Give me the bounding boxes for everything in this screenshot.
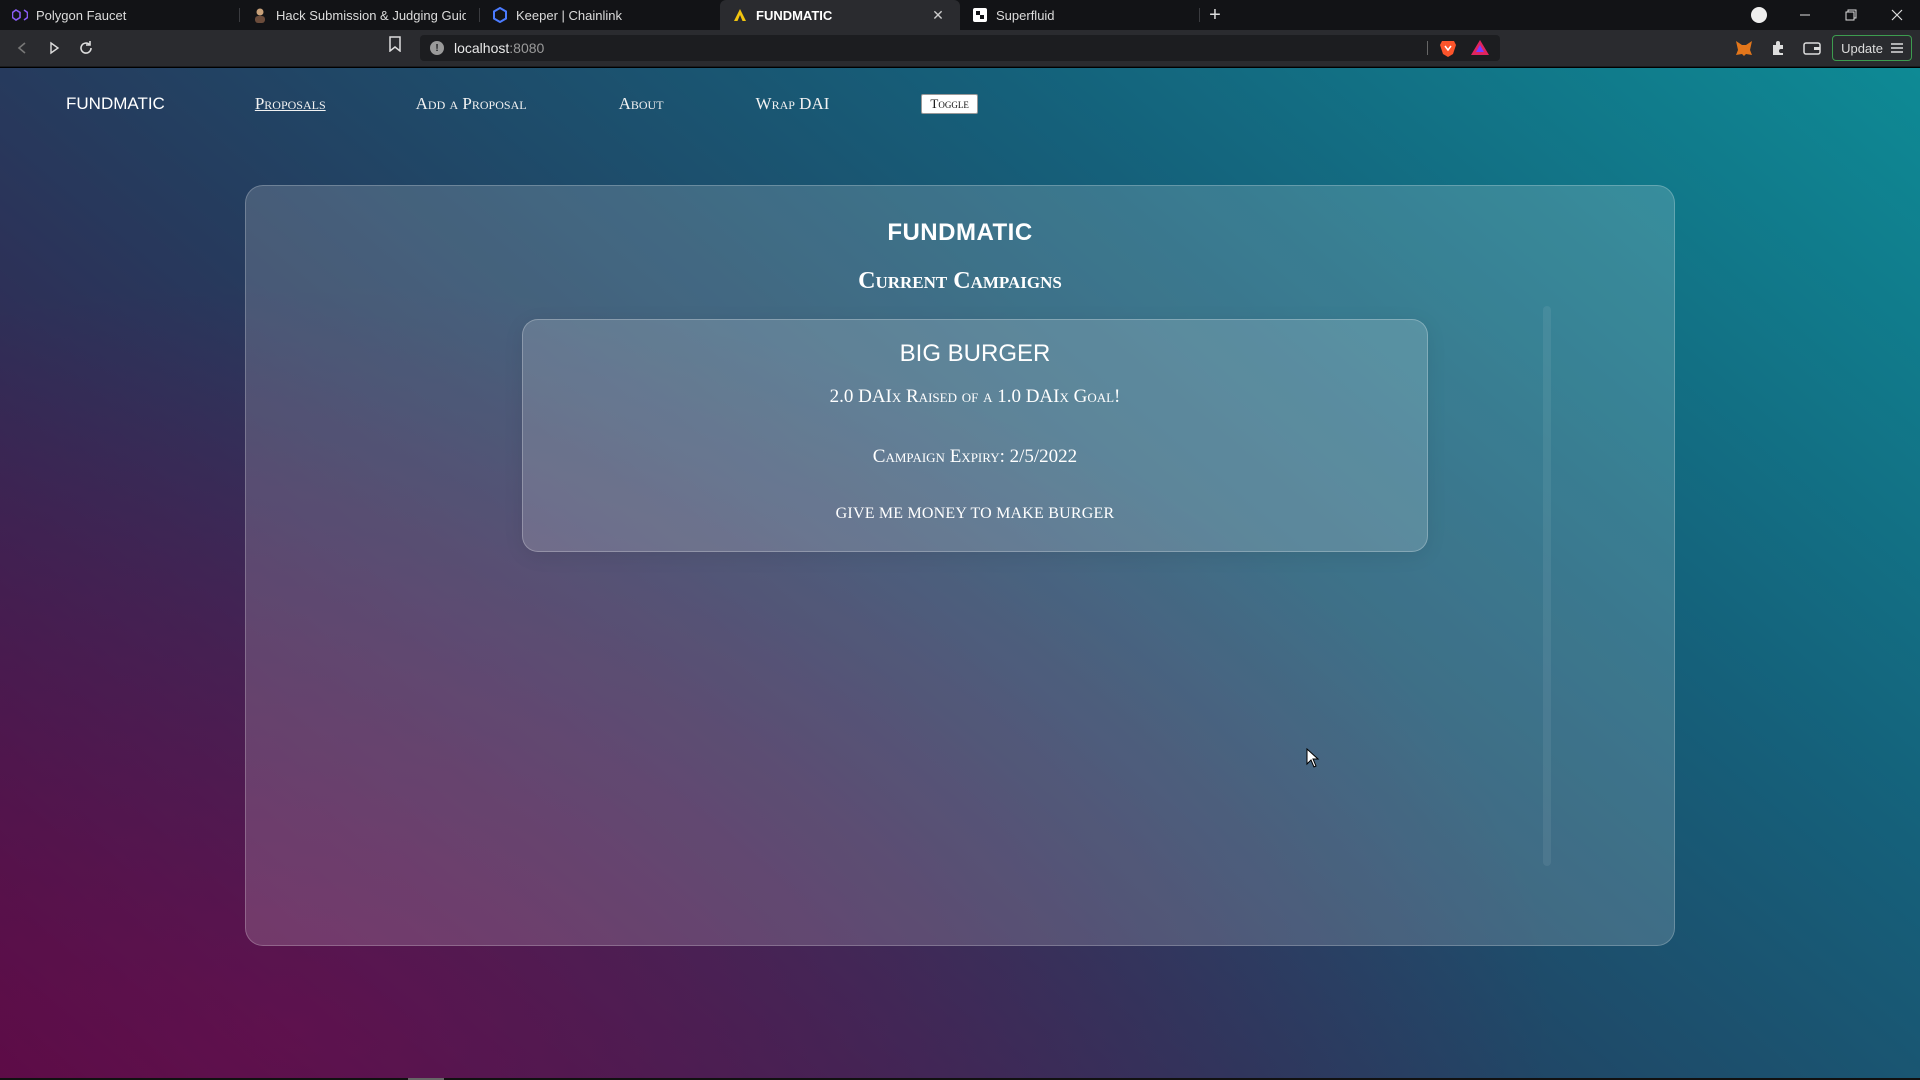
- campaign-expiry: Campaign Expiry: 2/5/2022: [872, 446, 1078, 467]
- divider: [1427, 41, 1428, 55]
- restore-button[interactable]: [1828, 0, 1874, 30]
- update-button[interactable]: Update: [1832, 35, 1912, 61]
- campaign-name: BIG BURGER: [899, 340, 1051, 367]
- profile-menu-button[interactable]: [1736, 0, 1782, 30]
- new-tab-button[interactable]: +: [1200, 0, 1230, 30]
- tab-superfluid[interactable]: Superfluid: [960, 0, 1200, 30]
- close-window-icon: [1891, 9, 1903, 21]
- hamburger-menu-icon: [1891, 43, 1903, 53]
- minimize-icon: [1800, 14, 1810, 16]
- tab-hack-submission[interactable]: Hack Submission & Judging Guide: [240, 0, 480, 30]
- tab-fundmatic[interactable]: FUNDMATIC ✕: [720, 0, 960, 30]
- main-panel: FUNDMATIC Current Campaigns BIG BURGER 2…: [245, 185, 1675, 946]
- url-port: :8080: [509, 40, 545, 56]
- tab-label: FUNDMATIC: [756, 7, 833, 23]
- back-icon: [17, 42, 26, 54]
- site-info-icon[interactable]: !: [430, 41, 444, 55]
- close-window-button[interactable]: [1874, 0, 1920, 30]
- tab-label: Hack Submission & Judging Guide: [276, 7, 466, 23]
- puzzle-icon: [1773, 41, 1784, 55]
- close-icon[interactable]: ✕: [930, 7, 946, 23]
- tab-polygon-faucet[interactable]: Polygon Faucet: [0, 0, 240, 30]
- page-viewport: FUNDMATIC Proposals Add a Proposal About…: [0, 68, 1920, 1080]
- polygon-icon: [12, 7, 28, 23]
- nav-link-add-proposal[interactable]: Add a Proposal: [416, 94, 527, 114]
- toggle-button[interactable]: Toggle: [921, 94, 978, 114]
- chainlink-icon: [492, 7, 508, 23]
- nav-link-wrap-dai[interactable]: Wrap DAI: [756, 94, 830, 114]
- section-subtitle: Current Campaigns: [858, 268, 1062, 294]
- nav-brand[interactable]: FUNDMATIC: [66, 94, 165, 114]
- address-bar[interactable]: ! localhost:8080: [420, 35, 1500, 61]
- minimize-button[interactable]: [1782, 0, 1828, 30]
- browser-toolbar: ! localhost:8080 Update: [0, 30, 1920, 67]
- url-host: localhost: [454, 40, 510, 56]
- tab-label: Superfluid: [996, 7, 1055, 23]
- restore-icon: [1845, 9, 1857, 21]
- wallet-button[interactable]: [1798, 34, 1826, 62]
- back-button[interactable]: [6, 32, 38, 64]
- tab-strip: Polygon Faucet Hack Submission & Judging…: [0, 0, 1920, 30]
- window-controls: [1736, 0, 1920, 30]
- brave-rewards-icon[interactable]: [1470, 38, 1490, 58]
- reload-icon: [80, 41, 92, 54]
- bookmark-icon: [389, 36, 401, 53]
- fundmatic-icon: [732, 7, 748, 23]
- page-title: FUNDMATIC: [887, 219, 1033, 246]
- forward-icon: [50, 41, 60, 55]
- update-label: Update: [1841, 40, 1883, 56]
- superfluid-icon: [972, 7, 988, 23]
- nav-link-about[interactable]: About: [619, 94, 664, 114]
- tab-label: Keeper | Chainlink: [516, 7, 622, 23]
- campaign-description: GIVE ME MONEY TO MAKE BURGER: [835, 505, 1115, 522]
- nav-link-proposals[interactable]: Proposals: [255, 94, 326, 114]
- person-icon: [252, 7, 268, 23]
- brave-shields-icon[interactable]: [1438, 38, 1458, 58]
- tab-keeper-chainlink[interactable]: Keeper | Chainlink: [480, 0, 720, 30]
- toolbar-right: Update: [1730, 34, 1912, 62]
- profile-icon: [1751, 7, 1767, 23]
- extensions-button[interactable]: [1764, 34, 1792, 62]
- forward-button[interactable]: [38, 32, 70, 64]
- metamask-button[interactable]: [1730, 34, 1758, 62]
- metamask-icon: [1736, 41, 1753, 56]
- tab-label: Polygon Faucet: [36, 7, 127, 23]
- wallet-icon: [1803, 42, 1821, 55]
- reload-button[interactable]: [70, 32, 102, 64]
- campaign-raised: 2.0 DAIx Raised of a 1.0 DAIx Goal!: [829, 386, 1121, 407]
- campaign-card[interactable]: BIG BURGER 2.0 DAIx Raised of a 1.0 DAIx…: [522, 319, 1428, 552]
- bookmark-button[interactable]: [388, 36, 402, 57]
- top-nav: FUNDMATIC Proposals Add a Proposal About…: [66, 94, 978, 114]
- mouse-cursor-icon: [1306, 748, 1320, 768]
- scrollbar[interactable]: [1543, 306, 1551, 866]
